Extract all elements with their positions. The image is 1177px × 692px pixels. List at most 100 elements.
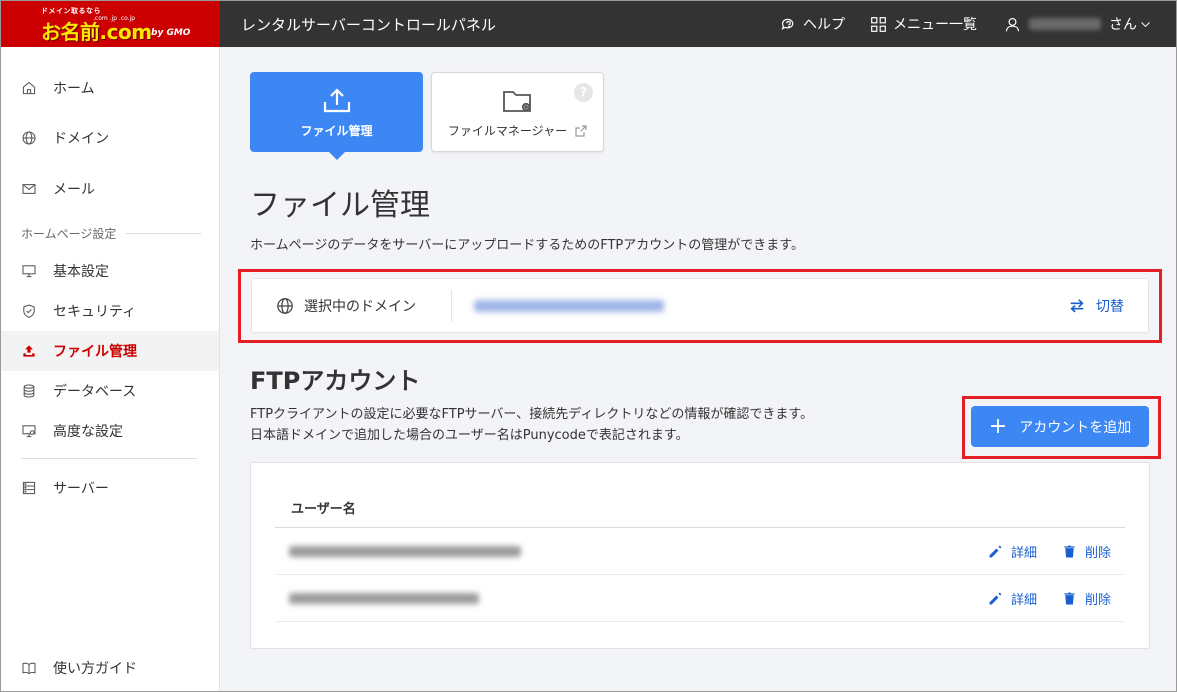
chevron-down-icon	[1141, 21, 1150, 27]
add-account-label: アカウントを追加	[1019, 419, 1132, 436]
ftp-desc-line2: 日本語ドメインで追加した場合のユーザー名はPunycodeで表記されます。	[250, 428, 689, 443]
sidebar-item-database[interactable]: データベース	[1, 371, 219, 411]
trash-icon	[1064, 592, 1075, 604]
page-description: ホームページのデータをサーバーにアップロードするためのFTPアカウントの管理がで…	[250, 238, 804, 253]
delete-label: 削除	[1084, 592, 1111, 608]
main-content: ファイル管理 ? ファイルマネージャー ファイル管理 ホームページのデータをサー…	[221, 47, 1176, 691]
upload-icon	[23, 345, 35, 357]
onamae-logo[interactable]: ドメイン取るなら お名前.com .com .jp .co.jp by GMO	[1, 1, 220, 47]
monitor-icon	[22, 265, 36, 278]
page-title: ファイル管理	[250, 188, 430, 223]
sidebar-item-label: 使い方ガイド	[53, 661, 137, 677]
delete-label: 削除	[1084, 545, 1111, 561]
help-button[interactable]: ヘルプ	[780, 14, 845, 34]
ftp-section-title: FTPアカウント	[250, 367, 421, 395]
server-icon	[22, 481, 36, 495]
active-tile-caret	[329, 152, 345, 160]
upload-tray-icon	[323, 87, 350, 112]
sidebar-item-label: 高度な設定	[53, 424, 123, 440]
delete-button[interactable]: 削除	[1061, 589, 1111, 608]
sidebar-item-domain[interactable]: ドメイン	[1, 118, 219, 158]
sidebar-divider	[21, 458, 197, 459]
detail-label: 詳細	[1010, 592, 1037, 608]
table-row: 詳細 削除	[275, 528, 1125, 575]
user-suffix: さん	[1109, 17, 1137, 33]
sidebar-item-label: セキュリティ	[53, 304, 137, 320]
sidebar-item-label: ドメイン	[53, 131, 109, 147]
tile-file-management[interactable]: ファイル管理	[250, 72, 423, 160]
user-name-redacted	[1029, 18, 1101, 30]
help-label: ヘルプ	[803, 17, 845, 33]
tile-label-row: ファイルマネージャー	[448, 122, 587, 139]
sidebar-item-file-management[interactable]: ファイル管理	[1, 331, 219, 371]
mail-icon	[22, 184, 36, 194]
globe-icon	[22, 131, 36, 145]
sidebar-item-advanced-settings[interactable]: 高度な設定	[1, 411, 219, 451]
tile-label: ファイル管理	[300, 123, 373, 138]
username-redacted	[289, 592, 479, 604]
sidebar-item-label: ホーム	[53, 81, 95, 97]
menu-list-button[interactable]: メニュー一覧	[870, 14, 977, 34]
delete-button[interactable]: 削除	[1061, 542, 1111, 561]
sidebar-item-basic-settings[interactable]: 基本設定	[1, 251, 219, 291]
domain-selector-label: 選択中のドメイン	[252, 289, 452, 322]
www-globe-icon	[277, 297, 293, 314]
trash-icon	[1064, 545, 1075, 557]
logo-domains: .com .jp .co.jp	[93, 15, 136, 22]
pencil-icon	[989, 545, 1002, 557]
tile-label: ファイルマネージャー	[447, 123, 568, 138]
folder-gear-icon	[502, 90, 531, 112]
sidebar-item-server[interactable]: サーバー	[1, 468, 219, 508]
selected-domain-value-redacted	[474, 299, 664, 312]
logo-gmo: by GMO	[151, 28, 191, 38]
username-redacted	[289, 545, 521, 557]
user-menu[interactable]: さん	[1004, 14, 1152, 34]
row-actions: 詳細 削除	[987, 542, 1111, 561]
table-header-username: ユーザー名	[275, 498, 1125, 528]
sidebar-section-homepage: ホームページ設定	[21, 225, 201, 242]
user-icon	[1005, 17, 1020, 31]
detail-label: 詳細	[1010, 545, 1037, 561]
top-header: ドメイン取るなら お名前.com .com .jp .co.jp by GMO …	[1, 1, 1176, 47]
menu-label: メニュー一覧	[893, 17, 977, 33]
detail-button[interactable]: 詳細	[987, 589, 1037, 608]
swap-arrows-icon	[1070, 298, 1084, 312]
domain-selector: 選択中のドメイン 切替	[251, 278, 1149, 333]
sidebar-item-security[interactable]: セキュリティ	[1, 291, 219, 331]
chat-help-icon	[781, 18, 794, 30]
switch-label: 切替	[1096, 298, 1124, 315]
add-account-button[interactable]: + アカウントを追加	[971, 406, 1149, 447]
switch-domain-button[interactable]: 切替	[1068, 296, 1124, 316]
ftp-desc-line1: FTPクライアントの設定に必要なFTPサーバー、接続先ディレクトリなどの情報が確…	[250, 407, 814, 422]
tile-file-manager[interactable]: ? ファイルマネージャー	[431, 72, 604, 152]
section-divider	[126, 233, 201, 234]
ftp-description: FTPクライアントの設定に必要なFTPサーバー、接続先ディレクトリなどの情報が確…	[250, 404, 813, 446]
plus-icon: +	[988, 413, 1008, 439]
grid-icon	[871, 16, 886, 32]
ftp-account-table: ユーザー名 詳細 削除 詳細 削除	[250, 462, 1150, 649]
help-question-icon[interactable]: ?	[574, 83, 593, 102]
external-link-icon	[575, 125, 587, 137]
sidebar-item-label: メール	[53, 182, 95, 198]
detail-button[interactable]: 詳細	[987, 542, 1037, 561]
advanced-settings-icon	[22, 425, 36, 438]
book-icon	[22, 662, 36, 675]
logo-tagline: ドメイン取るなら	[41, 7, 101, 15]
sidebar-item-home[interactable]: ホーム	[1, 68, 219, 108]
section-label: ホームページ設定	[21, 227, 117, 241]
sidebar-item-mail[interactable]: メール	[1, 169, 219, 209]
selected-domain-label: 選択中のドメイン	[304, 298, 416, 315]
sidebar: ホーム ドメイン メール ホームページ設定 基本設定 セキュリティ ファイル管理…	[1, 47, 220, 691]
shield-icon	[23, 304, 35, 318]
home-icon	[22, 81, 36, 95]
sidebar-item-label: 基本設定	[53, 264, 109, 280]
sidebar-item-label: ファイル管理	[53, 344, 137, 360]
row-actions: 詳細 削除	[987, 589, 1111, 608]
sidebar-item-label: データベース	[53, 384, 137, 400]
app-title: レンタルサーバーコントロールパネル	[241, 16, 496, 34]
pencil-icon	[989, 592, 1002, 604]
table-row: 詳細 削除	[275, 575, 1125, 622]
database-icon	[23, 384, 35, 398]
sidebar-item-label: サーバー	[53, 481, 109, 497]
sidebar-item-guide[interactable]: 使い方ガイド	[1, 648, 219, 688]
